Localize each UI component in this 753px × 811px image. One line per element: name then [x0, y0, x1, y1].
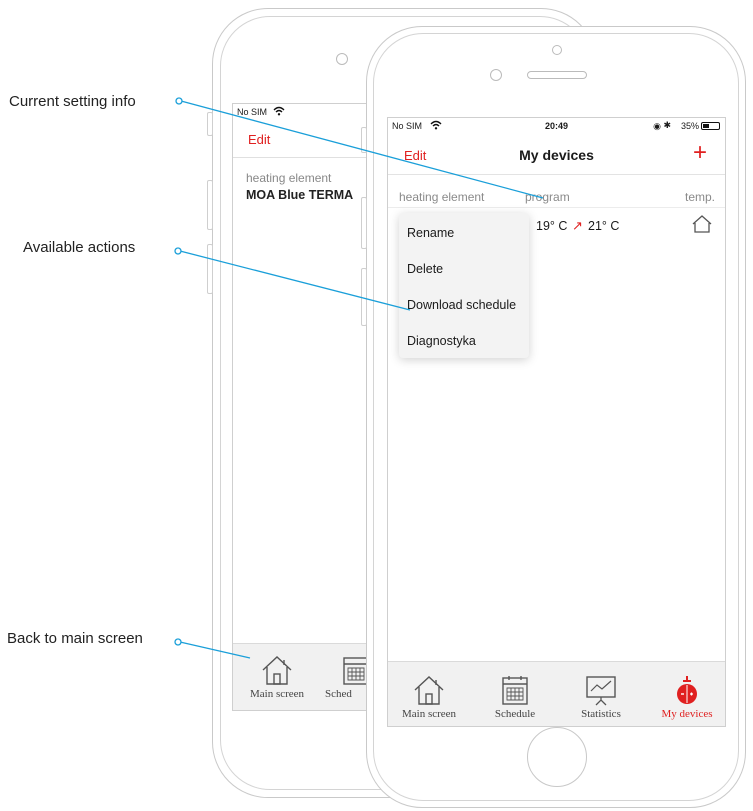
front-phone-screen: No SIM 20:49 ◉ ✱ 35% Edit My devices + h… [387, 117, 726, 727]
back-tab-bar: Main screen Sched [233, 643, 372, 710]
tab-label: Sched [325, 688, 352, 700]
callout-back-to-main: Back to main screen [7, 630, 143, 647]
callout-dot-available-actions [174, 247, 182, 255]
calendar-icon [343, 657, 369, 685]
device-name[interactable]: MOA Blue TERMA [246, 188, 353, 202]
tab-my-devices[interactable]: My devices [650, 674, 724, 720]
home-icon [414, 676, 444, 705]
nav-divider [233, 157, 372, 158]
callout-dot-back-to-main [174, 638, 182, 646]
home-button[interactable] [527, 727, 587, 787]
tab-label: Main screen [401, 708, 457, 720]
callout-available-actions: Available actions [23, 239, 136, 256]
front-phone-speaker [527, 71, 587, 79]
bluetooth-icon: ✱ [663, 120, 671, 130]
program-temp-from: 19° C [536, 219, 568, 233]
column-header-heating-element: heating element [399, 190, 485, 204]
tab-label: Schedule [494, 708, 536, 720]
tab-main-screen[interactable]: Main screen [237, 654, 317, 700]
front-phone-camera [490, 69, 502, 81]
battery-icon [701, 122, 720, 130]
battery-percent: 35% [680, 121, 699, 131]
back-phone-side-button [207, 112, 213, 136]
column-header-temp: temp. [684, 190, 715, 204]
front-phone-side-button [361, 127, 367, 153]
back-phone-screen: No SIM Edit heating element MOA Blue TER… [232, 103, 372, 711]
edit-button[interactable]: Edit [248, 132, 270, 147]
menu-item-rename[interactable]: Rename [407, 226, 454, 240]
nav-divider [388, 174, 725, 175]
back-phone-volume-up [207, 180, 213, 230]
context-menu: Rename Delete Download schedule Diagnost… [399, 213, 529, 358]
tab-label: Statistics [581, 708, 621, 720]
column-header-heating-element: heating element [246, 171, 332, 185]
menu-item-diagnostyka[interactable]: Diagnostyka [407, 334, 476, 348]
home-mode-icon [691, 214, 713, 239]
callout-dot-current-setting [175, 97, 183, 105]
calendar-icon [502, 676, 528, 705]
front-phone-volume-down [361, 268, 367, 326]
tab-bar: Main screen Schedule Statistics My devic… [388, 661, 725, 726]
back-phone-volume-down [207, 244, 213, 294]
menu-item-download-schedule[interactable]: Download schedule [407, 298, 516, 312]
program-temp-to: 21° C [588, 219, 620, 233]
home-icon [262, 656, 292, 685]
status-bar: No SIM 20:49 ◉ ✱ 35% [388, 118, 725, 134]
status-time: 20:49 [544, 121, 569, 131]
heater-device-icon [677, 676, 697, 704]
callout-current-setting: Current setting info [9, 93, 136, 110]
add-device-button[interactable]: + [693, 139, 707, 167]
tab-label: My devices [661, 708, 713, 720]
back-phone-camera [336, 53, 348, 65]
menu-item-delete[interactable]: Delete [407, 262, 443, 276]
tab-statistics[interactable]: Statistics [564, 674, 638, 720]
tab-main-screen[interactable]: Main screen [392, 674, 466, 720]
trend-arrow-icon: ↗ [572, 218, 583, 233]
column-header-program: program [525, 190, 570, 204]
status-carrier: No SIM [237, 107, 268, 117]
front-phone-volume-up [361, 197, 367, 249]
tab-schedule[interactable]: Schedule [478, 674, 552, 720]
chart-board-icon [586, 676, 616, 706]
wifi-icon [273, 106, 285, 118]
front-phone-sensor [552, 45, 562, 55]
tab-label: Main screen [249, 688, 305, 700]
tab-schedule[interactable]: Sched [325, 654, 372, 700]
page-title: My devices [519, 147, 594, 163]
alarm-icon: ◉ [653, 121, 661, 131]
